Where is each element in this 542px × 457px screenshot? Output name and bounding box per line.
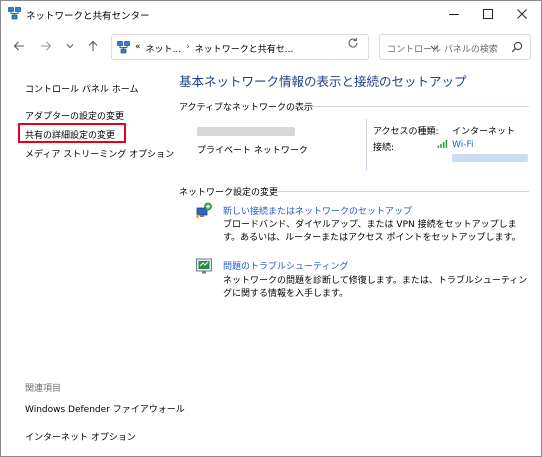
task-link-new-connection[interactable]: 新しい接続またはネットワークのセットアップ — [223, 204, 412, 217]
arrow-right-icon — [41, 41, 52, 51]
network-category: プライベート ネットワーク — [197, 146, 308, 156]
connection-label: 接続: — [373, 143, 395, 153]
maximize-button[interactable] — [471, 1, 505, 27]
divider — [273, 191, 529, 192]
minimize-button[interactable] — [437, 1, 471, 27]
breadcrumb-item-sharing-center[interactable]: ネットワークと共有セ... — [195, 42, 294, 55]
active-networks-heading: アクティブなネットワークの表示 — [179, 103, 314, 113]
access-type-value: インターネット — [452, 127, 516, 137]
network-center-icon — [8, 7, 21, 20]
search-box[interactable]: コントロール パネルの検索 — [379, 34, 531, 60]
sidebar-link-media-streaming[interactable]: メディア ストリーミング オプション — [25, 147, 174, 160]
title-bar[interactable]: ネットワークと共有センター — [1, 1, 541, 27]
address-bar[interactable]: « ネット... › ネットワークと共有セ... — [111, 34, 439, 60]
up-button[interactable] — [83, 36, 103, 56]
maximize-icon — [483, 9, 493, 19]
divider — [297, 106, 529, 107]
control-panel-icon — [117, 41, 130, 54]
chevron-right-icon[interactable]: › — [186, 42, 190, 55]
recent-locations-button[interactable] — [60, 36, 80, 56]
breadcrumb-item-network[interactable]: ネット... — [146, 42, 182, 55]
new-connection-icon — [195, 202, 213, 220]
page-title: 基本ネットワーク情報の表示と接続のセットアップ — [179, 74, 467, 89]
breadcrumb: « ネット... › ネットワークと共有セ... — [135, 42, 293, 55]
task-link-troubleshoot[interactable]: 問題のトラブルシューティング — [223, 259, 348, 272]
task-description: ブロードバンド、ダイヤルアップ、または VPN 接続をセットアップします。あるい… — [223, 220, 521, 243]
sidebar-link-advanced-sharing[interactable]: 共有の詳細設定の変更 — [25, 128, 115, 141]
arrow-left-icon — [13, 41, 24, 51]
window: ネットワークと共有センター « ネット... › ネットワークと共有セ... コ… — [0, 0, 542, 457]
divider — [366, 119, 367, 171]
change-settings-heading: ネットワーク設定の変更 — [179, 188, 279, 198]
refresh-button[interactable] — [347, 37, 359, 52]
back-button[interactable] — [9, 36, 29, 56]
connection-wifi-link[interactable]: Wi-Fi — [452, 140, 473, 150]
related-section-title: 関連項目 — [25, 384, 62, 394]
search-icon[interactable] — [511, 41, 523, 56]
arrow-up-icon — [88, 40, 98, 51]
breadcrumb-overflow[interactable]: « — [135, 42, 141, 55]
wifi-signal-icon — [437, 139, 449, 151]
minimize-icon — [449, 14, 459, 15]
troubleshoot-icon — [195, 257, 213, 275]
forward-button[interactable] — [36, 36, 56, 56]
sidebar-link-internet-options[interactable]: インターネット オプション — [25, 430, 136, 443]
refresh-icon — [348, 37, 358, 48]
window-title: ネットワークと共有センター — [26, 11, 150, 22]
access-type-label: アクセスの種類: — [373, 127, 439, 137]
search-placeholder: コントロール パネルの検索 — [387, 45, 498, 55]
sidebar-link-firewall[interactable]: Windows Defender ファイアウォール — [25, 402, 185, 415]
ssid-redacted[interactable] — [452, 154, 528, 162]
sidebar-link-adapter-settings[interactable]: アダプターの設定の変更 — [25, 109, 124, 122]
close-button[interactable] — [505, 1, 539, 27]
network-name-redacted — [197, 127, 295, 136]
close-icon — [517, 9, 527, 19]
task-description: ネットワークの問題を診断して修復します。または、トラブルシューティングに関する情… — [223, 276, 528, 299]
chevron-down-icon — [66, 44, 74, 49]
sidebar-link-control-panel-home[interactable]: コントロール パネル ホーム — [25, 82, 138, 95]
